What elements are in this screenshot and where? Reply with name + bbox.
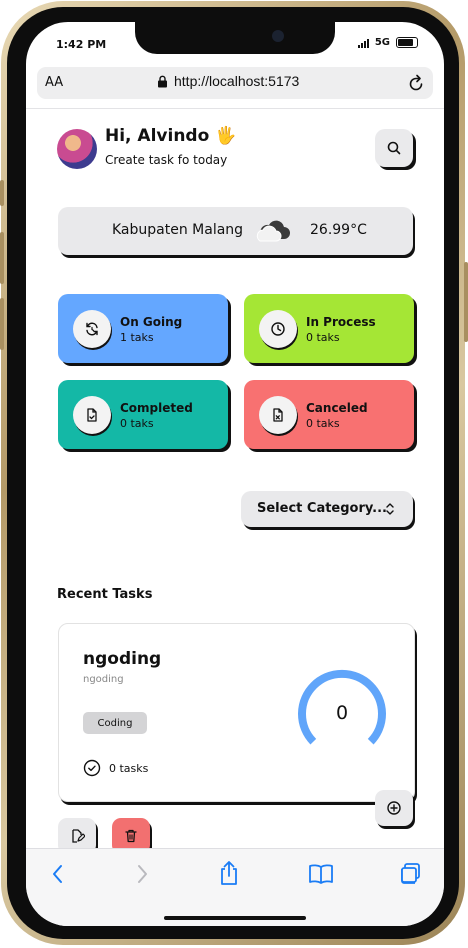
search-icon: [387, 141, 401, 155]
back-icon[interactable]: [50, 862, 66, 886]
status-card-in-process[interactable]: In Process 0 taks: [244, 294, 414, 363]
share-icon[interactable]: [217, 859, 241, 887]
card-title: Canceled: [306, 401, 368, 415]
network-label: 5G: [374, 37, 390, 48]
status-card-completed[interactable]: Completed 0 taks: [58, 380, 228, 449]
edit-icon: [72, 829, 85, 843]
check-circle-icon: [83, 759, 101, 777]
card-count: 0 taks: [120, 417, 154, 430]
greeting-subtitle: Create task fo today: [105, 153, 228, 167]
task-category-badge: Coding: [83, 712, 147, 734]
power-button: [464, 262, 468, 342]
trash-icon: [125, 829, 137, 843]
text-size-button[interactable]: AA: [45, 75, 63, 90]
lock-icon: [158, 75, 167, 87]
browser-toolbar: [26, 848, 444, 926]
recent-tasks-heading: Recent Tasks: [57, 587, 153, 602]
volume-up-button: [0, 232, 4, 284]
card-title: On Going: [120, 315, 183, 329]
status-time: 1:42 PM: [56, 38, 107, 51]
screen: 1:42 PM 5G AA http://localhost:5173 Hi, …: [26, 22, 444, 926]
chevron-up-down-icon: [386, 503, 394, 515]
status-card-canceled[interactable]: Canceled 0 taks: [244, 380, 414, 449]
greeting-title: Hi, Alvindo 🖐: [105, 126, 237, 146]
url-field[interactable]: http://localhost:5173: [157, 73, 299, 89]
card-count: 1 taks: [120, 331, 154, 344]
refresh-icon: [73, 310, 111, 348]
task-card[interactable]: ngoding ngoding Coding 0 tasks 0: [58, 623, 415, 802]
signal-icon: [357, 38, 369, 48]
weather-temperature: 26.99°C: [310, 222, 367, 238]
reload-icon[interactable]: [407, 73, 425, 93]
status-indicators: 5G: [357, 37, 418, 48]
tabs-icon[interactable]: [397, 862, 423, 886]
phone-device: 1:42 PM 5G AA http://localhost:5173 Hi, …: [0, 0, 468, 948]
card-title: In Process: [306, 315, 376, 329]
forward-icon[interactable]: [134, 862, 150, 886]
add-task-button[interactable]: [375, 790, 413, 826]
card-title: Completed: [120, 401, 193, 415]
plus-circle-icon: [387, 801, 401, 815]
weather-card: Kabupaten Malang 26.99°C: [58, 207, 413, 255]
card-count: 0 taks: [306, 417, 340, 430]
volume-down-button: [0, 298, 4, 350]
search-button[interactable]: [375, 129, 413, 167]
file-x-icon: [259, 396, 297, 434]
file-check-icon: [73, 396, 111, 434]
card-count: 0 taks: [306, 331, 340, 344]
battery-icon: [396, 37, 418, 48]
url-text: http://localhost:5173: [174, 73, 300, 89]
divider: [26, 108, 444, 109]
task-count: 0 tasks: [83, 759, 148, 777]
progress-value: 0: [335, 702, 349, 724]
task-description: ngoding: [83, 674, 124, 685]
home-indicator: [164, 916, 306, 920]
mute-switch: [0, 180, 4, 206]
avatar: [57, 129, 97, 169]
camera-icon: [272, 30, 284, 42]
status-card-on-going[interactable]: On Going 1 taks: [58, 294, 228, 363]
task-count-label: 0 tasks: [109, 761, 149, 775]
cloud-icon: [256, 220, 290, 242]
weather-location: Kabupaten Malang: [112, 222, 244, 238]
address-bar[interactable]: AA http://localhost:5173: [37, 67, 433, 99]
notch: [135, 22, 335, 54]
category-select-value: Select Category...: [257, 501, 387, 516]
category-select[interactable]: Select Category...: [241, 491, 413, 527]
task-name: ngoding: [83, 649, 162, 669]
bookmarks-icon[interactable]: [307, 862, 335, 886]
clock-icon: [259, 310, 297, 348]
